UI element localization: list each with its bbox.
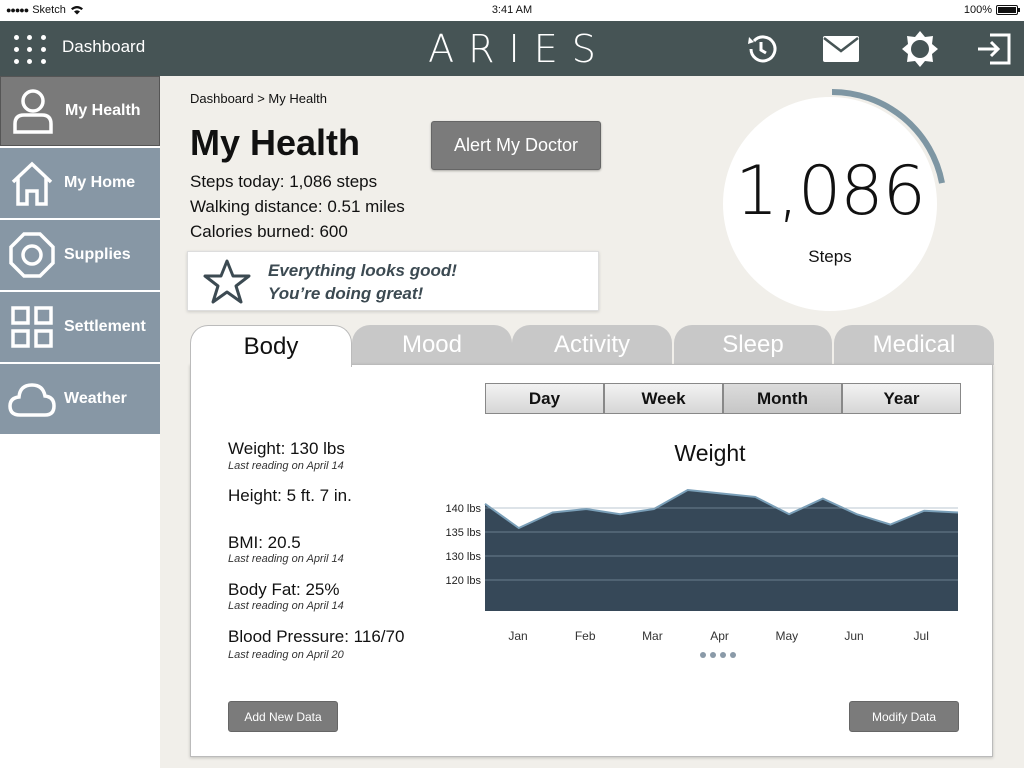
sidebar-item-label: Weather bbox=[64, 390, 127, 407]
x-tick-label: May bbox=[775, 629, 798, 643]
steps-today-stat: Steps today: 1,086 steps bbox=[190, 172, 378, 191]
sidebar-item-settlement[interactable]: Settlement bbox=[0, 292, 160, 362]
calories-stat: Calories burned: 600 bbox=[190, 222, 348, 241]
aries-logo: ARIES bbox=[428, 27, 610, 71]
x-tick-label: Apr bbox=[710, 629, 729, 643]
bmi-metric: BMI: 20.5 bbox=[228, 533, 301, 552]
weight-metric: Weight: 130 lbs bbox=[228, 439, 345, 458]
height-metric: Height: 5 ft. 7 in. bbox=[228, 486, 352, 505]
mail-icon[interactable] bbox=[821, 30, 861, 68]
modify-data-button[interactable]: Modify Data bbox=[849, 701, 959, 732]
top-nav: Dashboard ARIES bbox=[0, 21, 1024, 76]
body-fat-metric: Body Fat: 25% bbox=[228, 580, 340, 599]
grid-icon bbox=[8, 303, 56, 351]
logout-icon[interactable] bbox=[974, 30, 1014, 68]
weight-chart: 140 lbs 135 lbs 130 lbs 120 lbs Jan Feb Mar Apr… bbox=[446, 488, 959, 643]
settings-icon[interactable] bbox=[900, 30, 940, 68]
x-tick-label: Mar bbox=[642, 629, 663, 643]
chart-pager[interactable] bbox=[700, 652, 736, 658]
period-year-button[interactable]: Year bbox=[842, 383, 961, 414]
steps-count: 1,086 bbox=[735, 152, 926, 231]
tab-sleep[interactable]: Sleep bbox=[674, 325, 832, 365]
home-icon bbox=[8, 159, 56, 207]
period-month-button[interactable]: Month bbox=[723, 383, 842, 414]
sidebar-item-label: Settlement bbox=[64, 318, 146, 335]
body-fat-last-reading: Last reading on April 14 bbox=[228, 600, 344, 612]
sidebar-item-my-health[interactable]: My Health bbox=[0, 76, 160, 146]
tab-body[interactable]: Body bbox=[190, 325, 352, 367]
page-title: My Health bbox=[190, 122, 361, 163]
x-tick-label: Jan bbox=[508, 629, 527, 643]
breadcrumb: Dashboard > My Health bbox=[190, 91, 327, 106]
steps-label: Steps bbox=[808, 247, 852, 266]
star-icon bbox=[203, 259, 251, 304]
battery-percent: 100% bbox=[963, 4, 992, 16]
add-new-data-button[interactable]: Add New Data bbox=[228, 701, 338, 732]
sidebar-item-supplies[interactable]: Supplies bbox=[0, 220, 160, 290]
person-icon bbox=[9, 87, 57, 135]
bmi-last-reading: Last reading on April 14 bbox=[228, 553, 344, 565]
message-line-2: You’re doing great! bbox=[268, 284, 424, 303]
y-tick-label: 120 lbs bbox=[446, 575, 482, 587]
sidebar-item-weather[interactable]: Weather bbox=[0, 364, 160, 434]
pager-dot[interactable] bbox=[730, 652, 736, 658]
message-line-1: Everything looks good! bbox=[268, 261, 457, 280]
battery-icon bbox=[996, 5, 1020, 15]
sidebar-item-label: My Home bbox=[64, 174, 136, 191]
x-tick-label: Jul bbox=[914, 629, 929, 643]
alert-doctor-button[interactable]: Alert My Doctor bbox=[431, 121, 601, 170]
sidebar-item-my-home[interactable]: My Home bbox=[0, 148, 160, 218]
pager-dot[interactable] bbox=[700, 652, 706, 658]
cloud-icon bbox=[8, 375, 56, 423]
status-time: 3:41 AM bbox=[491, 4, 533, 16]
tab-medical[interactable]: Medical bbox=[834, 325, 994, 365]
pager-dot[interactable] bbox=[720, 652, 726, 658]
y-tick-label: 135 lbs bbox=[446, 527, 482, 539]
weight-last-reading: Last reading on April 14 bbox=[228, 460, 344, 472]
supplies-icon bbox=[8, 231, 56, 279]
status-message-card: Everything looks good! You’re doing grea… bbox=[187, 251, 599, 311]
status-bar: ●●●●● Sketch 3:41 AM 100% bbox=[0, 0, 1024, 21]
sidebar: My Health My Home Supplies Settlement We… bbox=[0, 76, 160, 768]
x-tick-label: Feb bbox=[575, 629, 596, 643]
chart-title: Weight bbox=[674, 440, 746, 466]
period-day-button[interactable]: Day bbox=[485, 383, 604, 414]
sidebar-item-label: My Health bbox=[65, 102, 141, 119]
blood-pressure-metric: Blood Pressure: 116/70 bbox=[228, 627, 405, 646]
y-tick-label: 140 lbs bbox=[446, 503, 482, 515]
blood-pressure-last-reading: Last reading on April 20 bbox=[228, 649, 344, 661]
history-icon[interactable] bbox=[741, 30, 781, 68]
pager-dot[interactable] bbox=[710, 652, 716, 658]
y-tick-label: 130 lbs bbox=[446, 551, 482, 563]
period-week-button[interactable]: Week bbox=[604, 383, 723, 414]
tab-activity[interactable]: Activity bbox=[512, 325, 672, 365]
walking-distance-stat: Walking distance: 0.51 miles bbox=[190, 197, 405, 216]
x-tick-label: Jun bbox=[844, 629, 863, 643]
sidebar-item-label: Supplies bbox=[64, 246, 131, 263]
tab-mood[interactable]: Mood bbox=[352, 325, 512, 365]
